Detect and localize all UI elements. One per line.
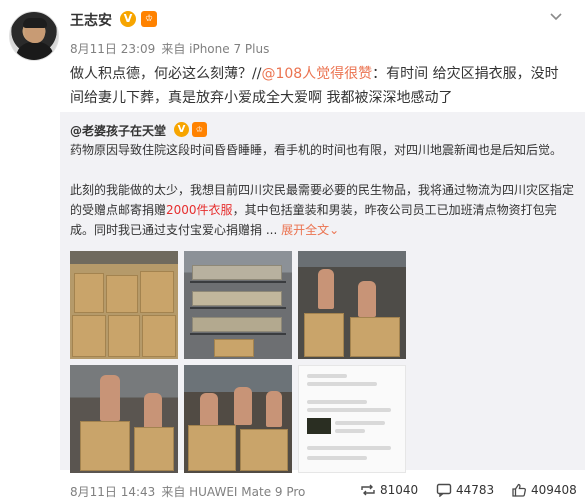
highlight-text: 2000件衣服 [166, 203, 233, 217]
repost-paragraph-2: 此刻的我能做的太少，我想目前四川灾民最需要必要的民生物品，我将通过物流为四川灾区… [70, 180, 578, 240]
chevron-down-icon[interactable] [549, 10, 563, 24]
avatar-body [16, 42, 54, 60]
photo-thumbnail-4[interactable] [70, 365, 178, 473]
author-name[interactable]: 王志安 [70, 10, 112, 30]
thumb-up-icon [512, 483, 526, 497]
repost-paragraph-1: 药物原因导致住院这段时间昏昏睡睡，看手机的时间也有限，对四川地震新闻也是后知后觉… [70, 143, 563, 157]
repost-meta: 8月11日 14:43 来自 HUAWEI Mate 9 Pro [70, 483, 305, 500]
post-text-part1: 做人积点德，何必这么刻薄？// [70, 66, 262, 82]
repost-verified-badge-icon: V [174, 122, 189, 137]
comment-count: 44783 [456, 483, 495, 497]
photo-thumbnail-1[interactable] [70, 251, 178, 359]
photo-thumbnail-2[interactable] [184, 251, 292, 359]
like-count: 409408 [531, 483, 577, 497]
post-time[interactable]: 8月11日 23:09 [70, 42, 155, 56]
comment-icon [436, 483, 452, 497]
repost-count: 81040 [380, 483, 419, 497]
post-source: 来自 iPhone 7 Plus [161, 42, 270, 56]
repost-icon [361, 484, 375, 496]
expand-full-text-link[interactable]: 展开全文⌄ [281, 223, 339, 237]
verified-badge-icon: V [120, 11, 136, 27]
photo-thumbnail-6[interactable] [298, 365, 406, 473]
reposted-weibo[interactable]: @老婆孩子在天堂 V ♔ 药物原因导致住院这段时间昏昏睡睡，看手机的时间也有限，… [60, 112, 585, 473]
member-crown-icon: ♔ [141, 11, 157, 27]
photo-thumbnail-5[interactable] [184, 365, 292, 473]
repost-member-crown-icon: ♔ [192, 122, 207, 137]
weibo-post: 王志安 V ♔ 8月11日 23:09 来自 iPhone 7 Plus 做人积点… [0, 0, 585, 502]
mention-link[interactable]: @108人觉得很赞 [261, 66, 372, 82]
repost-source: 来自 HUAWEI Mate 9 Pro [161, 485, 306, 499]
expand-arrow-icon: ⌄ [329, 223, 340, 237]
author-avatar[interactable] [9, 11, 59, 61]
avatar-hair [23, 18, 47, 28]
expand-label: 展开全文 [281, 223, 330, 237]
repost-author-name[interactable]: @老婆孩子在天堂 [70, 122, 166, 139]
photo-thumbnail-3[interactable] [298, 251, 406, 359]
post-text: 做人积点德，何必这么刻薄？//@108人觉得很赞：有时间 给灾区捐衣服，没时间给… [70, 62, 570, 110]
repost-time[interactable]: 8月11日 14:43 [70, 485, 155, 499]
post-meta: 8月11日 23:09 来自 iPhone 7 Plus [70, 40, 269, 57]
